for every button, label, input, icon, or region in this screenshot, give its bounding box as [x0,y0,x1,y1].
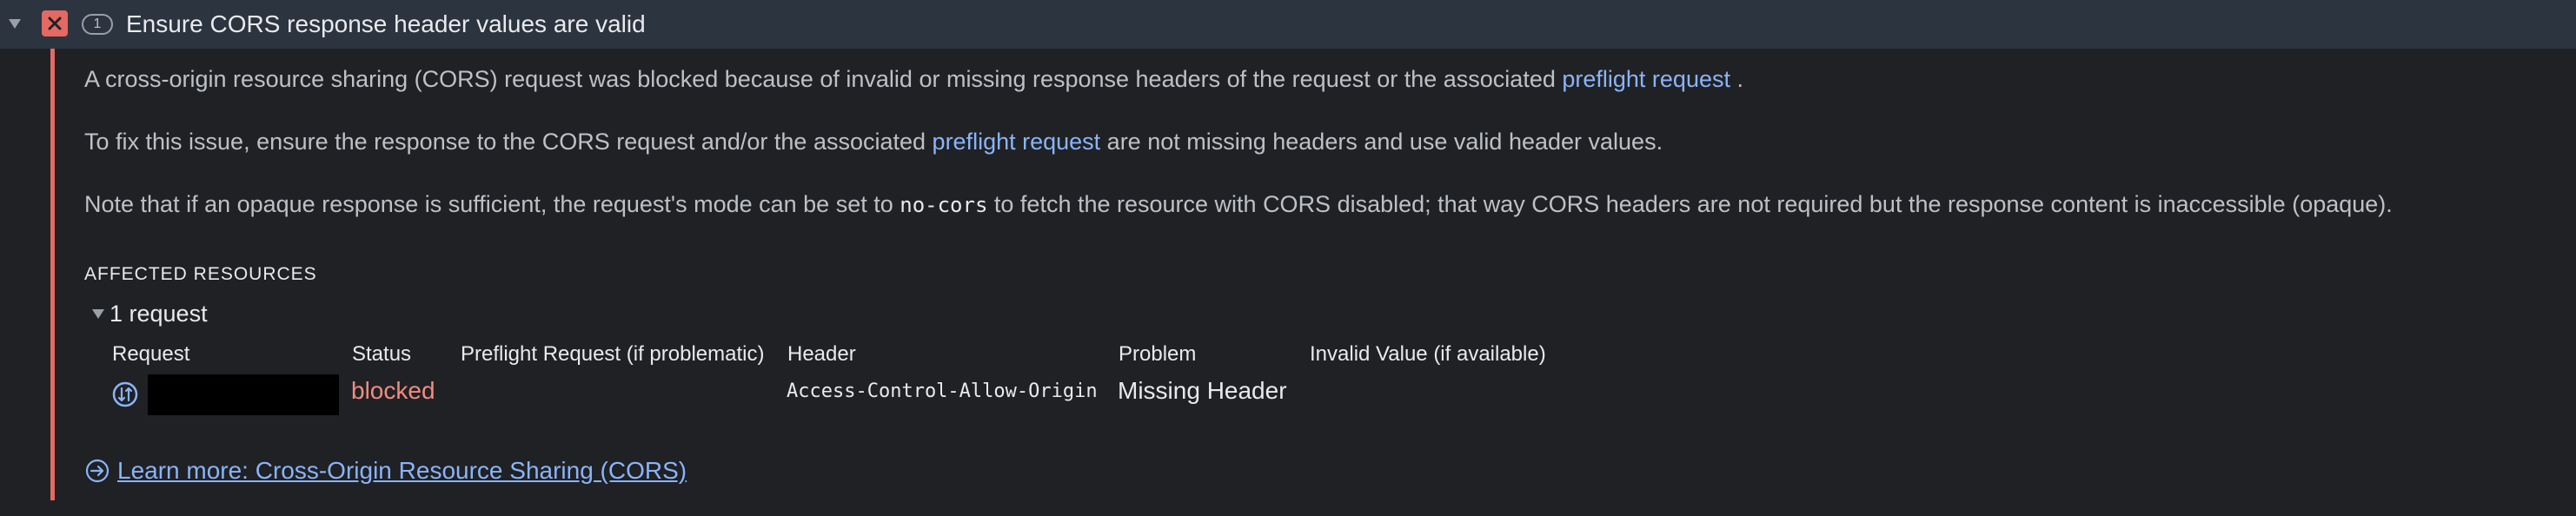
request-problem: Missing Header [1118,377,1287,404]
issue-count-badge: 1 [82,14,113,35]
description-text: To fix this issue, ensure the response t… [84,129,933,155]
error-accent-bar [50,49,55,500]
column-header-header: Header [787,342,856,366]
chevron-down-icon[interactable] [9,19,21,29]
network-request-icon[interactable] [111,380,139,408]
issue-header[interactable]: 1 Ensure CORS response header values are… [0,0,2576,49]
description-text: to fetch the resource with CORS disabled… [987,191,2393,217]
issue-title: Ensure CORS response header values are v… [126,10,646,37]
description-paragraph-3: Note that if an opaque response is suffi… [84,191,2393,218]
error-flag-icon [42,10,68,36]
column-header-invalid-value: Invalid Value (if available) [1310,342,1546,366]
no-cors-code: no-cors [900,193,988,217]
request-header-name: Access-Control-Allow-Origin [787,380,1098,402]
chevron-down-icon[interactable] [92,309,104,319]
description-text: A cross-origin resource sharing (CORS) r… [84,66,1563,92]
description-text: are not missing headers and use valid he… [1100,129,1663,155]
learn-more-label[interactable]: Learn more: Cross-Origin Resource Sharin… [117,457,687,485]
description-paragraph-2: To fix this issue, ensure the response t… [84,129,1663,155]
requests-toggle[interactable]: 1 request [92,301,208,327]
description-paragraph-1: A cross-origin resource sharing (CORS) r… [84,66,1743,93]
column-header-status: Status [352,342,412,366]
request-url-redacted[interactable] [148,374,339,415]
column-header-preflight: Preflight Request (if problematic) [461,342,765,366]
issue-body: A cross-origin resource sharing (CORS) r… [0,49,2576,516]
arrow-circle-right-icon[interactable] [84,458,110,484]
column-header-problem: Problem [1119,342,1197,366]
description-text: Note that if an opaque response is suffi… [84,191,900,217]
preflight-request-link[interactable]: preflight request [1562,66,1730,92]
description-text: . [1730,66,1743,92]
learn-more-link[interactable]: Learn more: Cross-Origin Resource Sharin… [84,457,687,485]
column-header-request: Request [112,342,190,366]
request-status: blocked [351,377,435,404]
affected-resources-heading: AFFECTED RESOURCES [84,264,317,284]
requests-toggle-label: 1 request [110,301,208,327]
preflight-request-link[interactable]: preflight request [933,129,1101,155]
